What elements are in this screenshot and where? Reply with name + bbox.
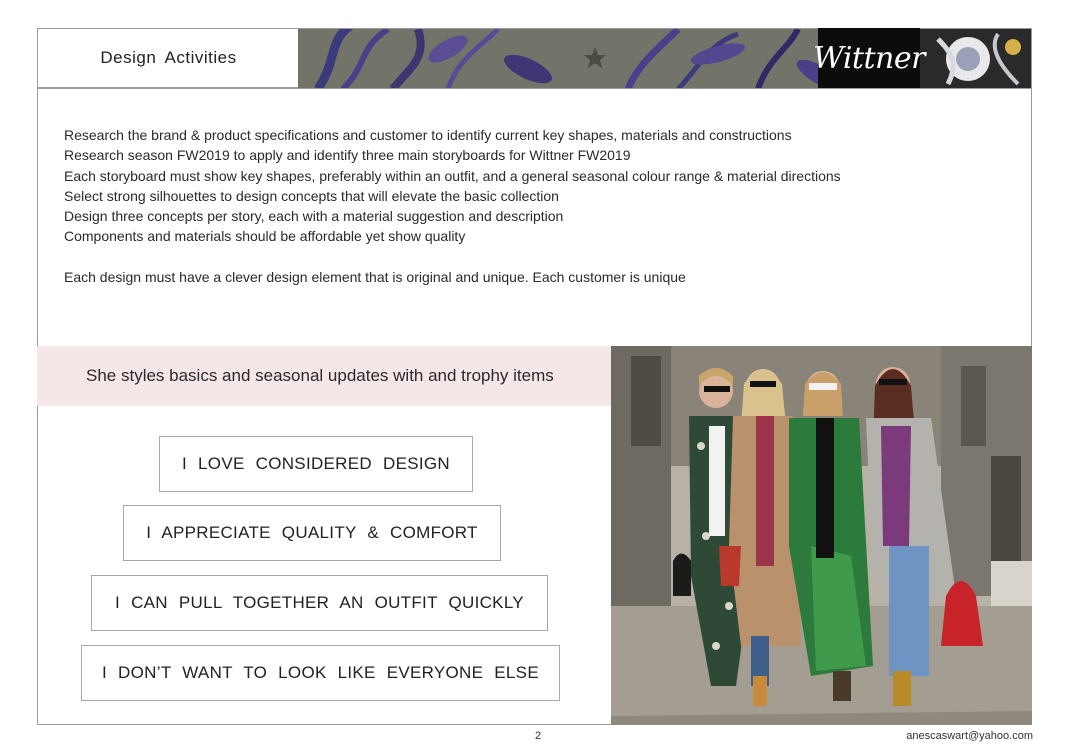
header-divider bbox=[37, 88, 1032, 89]
statement-box: I APPRECIATE QUALITY & COMFORT bbox=[123, 505, 501, 561]
wittner-logo-text: Wittner bbox=[813, 40, 925, 76]
page-title: Design Activities bbox=[100, 48, 237, 67]
customer-tagline: She styles basics and seasonal updates w… bbox=[86, 366, 554, 385]
author-email: anescaswart@yahoo.com bbox=[906, 730, 1033, 742]
statement-box: I CAN PULL TOGETHER AN OUTFIT QUICKLY bbox=[91, 575, 548, 631]
statement-box: I DON’T WANT TO LOOK LIKE EVERYONE ELSE bbox=[81, 645, 560, 701]
activity-item: Research the brand & product specificati… bbox=[64, 127, 792, 143]
street-style-photo-art bbox=[611, 346, 1032, 725]
wittner-logo: Wittner bbox=[813, 28, 925, 88]
activity-item: Each storyboard must show key shapes, pr… bbox=[64, 167, 841, 184]
customer-tagline-band: She styles basics and seasonal updates w… bbox=[37, 346, 611, 406]
activity-item: Research season FW2019 to apply and iden… bbox=[64, 147, 631, 164]
design-note: Each design must have a clever design el… bbox=[64, 268, 686, 285]
street-style-photo bbox=[611, 346, 1032, 725]
statement-box: I LOVE CONSIDERED DESIGN bbox=[159, 436, 473, 492]
activity-item: Design three concepts per story, each wi… bbox=[64, 208, 564, 225]
page-number: 2 bbox=[535, 730, 542, 742]
page-title-box: Design Activities bbox=[37, 28, 299, 88]
activities-list: Research the brand & product specificati… bbox=[64, 125, 984, 287]
activity-item: Components and materials should be affor… bbox=[64, 228, 466, 245]
activity-item: Select strong silhouettes to design conc… bbox=[64, 187, 559, 204]
